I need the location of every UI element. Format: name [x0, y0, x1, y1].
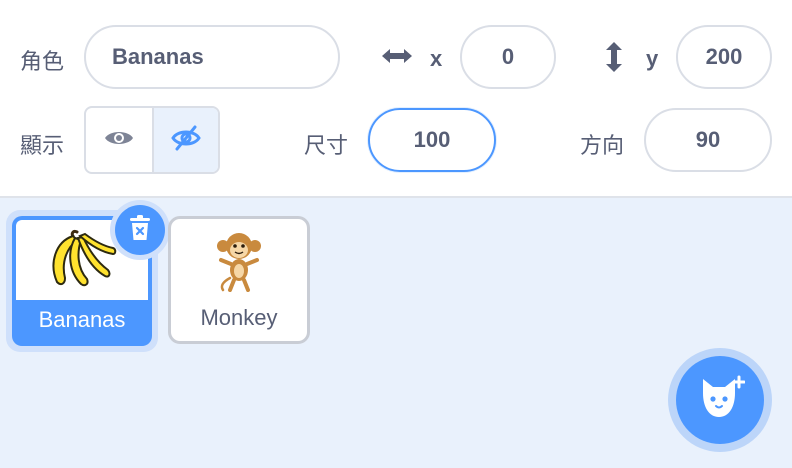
trash-icon — [128, 214, 152, 247]
show-sprite-button[interactable] — [86, 108, 152, 172]
horizontal-arrows-icon — [380, 44, 414, 73]
bananas-icon — [47, 226, 117, 295]
y-label: y — [646, 46, 659, 71]
delete-sprite-button[interactable] — [110, 200, 170, 260]
sprite-tile-label: Bananas — [38, 307, 126, 332]
vertical-arrows-icon — [603, 40, 625, 79]
direction-label: 方向 — [580, 134, 625, 159]
x-label: x — [430, 46, 443, 71]
x-position-input[interactable]: 0 — [460, 25, 556, 89]
y-position-input[interactable]: 200 — [676, 25, 772, 89]
hide-sprite-button[interactable] — [151, 108, 218, 172]
size-label: 尺寸 — [304, 134, 349, 159]
direction-input[interactable]: 90 — [644, 108, 772, 172]
add-sprite-button[interactable] — [668, 348, 772, 452]
sprite-name-input[interactable]: Bananas — [84, 25, 340, 89]
eye-slash-icon — [171, 125, 201, 156]
eye-icon — [104, 128, 134, 153]
monkey-icon — [215, 230, 263, 297]
sprite-tile-label: Monkey — [200, 305, 278, 330]
sprite-info-pane: 角色 Bananas x 0 y 200 顯示 尺寸 100 方向 90 — [0, 0, 792, 198]
show-label: 顯示 — [20, 134, 65, 159]
sprite-thumbnail — [171, 225, 307, 301]
size-input[interactable]: 100 — [368, 108, 496, 172]
add-sprite-button-core — [676, 356, 764, 444]
sprite-tile-monkey[interactable]: Monkey — [168, 216, 310, 344]
cat-plus-icon — [695, 375, 746, 426]
delete-button-core — [115, 205, 165, 255]
visibility-toggle-group — [84, 106, 220, 174]
sprite-name-label: 角色 — [20, 50, 65, 75]
